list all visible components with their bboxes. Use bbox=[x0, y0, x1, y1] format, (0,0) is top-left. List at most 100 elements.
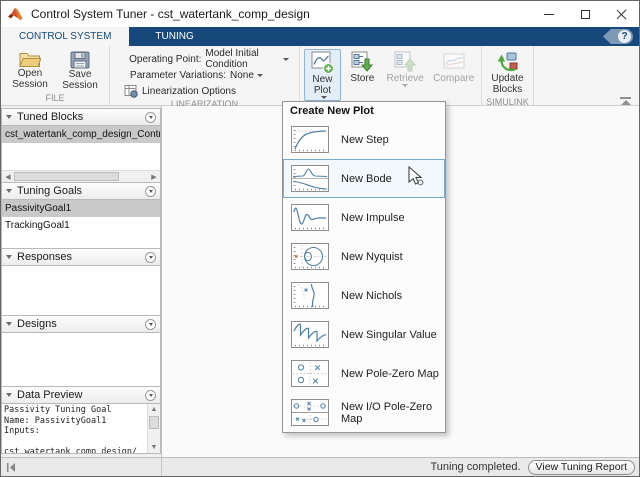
panel-menu-button[interactable] bbox=[145, 186, 156, 197]
section-linearization: Operating Point: Model Initial Condition… bbox=[110, 46, 300, 105]
save-session-button[interactable]: Save Session bbox=[55, 49, 105, 93]
list-item[interactable]: PassivityGoal1 bbox=[2, 200, 160, 217]
data-preview-panel: Passivity Tuning Goal Name: PassivityGoa… bbox=[1, 404, 161, 454]
chevron-down-icon bbox=[321, 96, 327, 99]
panel-menu-button[interactable] bbox=[145, 390, 156, 401]
menu-item-new-impulse[interactable]: New Impulse bbox=[283, 198, 445, 237]
list-item[interactable]: cst_watertank_comp_design_Controller bbox=[2, 126, 160, 143]
chevron-down-icon bbox=[283, 58, 289, 61]
operating-point-control[interactable]: Operating Point: Model Initial Condition bbox=[124, 51, 289, 67]
new-plot-button[interactable]: New Plot bbox=[304, 49, 341, 101]
horizontal-scrollbar[interactable]: ◀ ▶ bbox=[2, 170, 160, 182]
close-icon bbox=[616, 9, 627, 20]
compare-button[interactable]: Compare bbox=[430, 49, 477, 86]
dock-left-icon[interactable] bbox=[6, 463, 16, 472]
designs-list[interactable] bbox=[1, 333, 161, 387]
menu-item-new-nichols[interactable]: New Nichols bbox=[283, 276, 445, 315]
scroll-right-icon[interactable]: ▶ bbox=[148, 171, 160, 182]
parameter-variations-value: None bbox=[230, 70, 254, 81]
nyquist-plot-icon bbox=[291, 243, 329, 270]
section-file: Open Session Save Session FILE bbox=[1, 46, 110, 105]
menu-item-new-step[interactable]: New Step bbox=[283, 120, 445, 159]
ribbon-tabstrip: CONTROL SYSTEM TUNING ? bbox=[1, 27, 639, 46]
titlebar: Control System Tuner - cst_watertank_com… bbox=[1, 1, 639, 27]
chevron-down-icon bbox=[257, 74, 263, 77]
collapse-panel-icon bbox=[6, 115, 12, 119]
panel-menu-button[interactable] bbox=[145, 319, 156, 330]
collapse-panel-icon bbox=[6, 322, 12, 326]
linearization-options-button[interactable]: Linearization Options bbox=[124, 83, 289, 99]
list-item[interactable]: TrackingGoal1 bbox=[2, 217, 160, 234]
panel-header-designs[interactable]: Designs bbox=[1, 315, 161, 333]
minimize-button[interactable] bbox=[531, 1, 567, 27]
open-session-button[interactable]: Open Session bbox=[5, 49, 55, 92]
scrollbar-thumb[interactable] bbox=[149, 416, 159, 429]
panel-header-responses[interactable]: Responses bbox=[1, 248, 161, 266]
impulse-plot-icon bbox=[291, 204, 329, 231]
section-label-file: FILE bbox=[1, 93, 109, 105]
matlab-logo-icon bbox=[8, 7, 23, 21]
io-pole-zero-plot-icon bbox=[291, 399, 329, 426]
compare-icon bbox=[443, 51, 465, 73]
tuning-goals-list[interactable]: PassivityGoal1 TrackingGoal1 bbox=[1, 200, 161, 249]
scroll-down-icon[interactable]: ▼ bbox=[148, 442, 160, 453]
mouse-cursor bbox=[408, 166, 425, 186]
singular-value-plot-icon bbox=[291, 321, 329, 348]
maximize-button[interactable] bbox=[567, 1, 603, 27]
tab-control-system[interactable]: CONTROL SYSTEM bbox=[1, 27, 129, 46]
save-disk-icon bbox=[70, 51, 90, 69]
panel-title: Tuning Goals bbox=[17, 185, 82, 197]
bode-plot-icon bbox=[291, 165, 329, 192]
view-tuning-report-button[interactable]: View Tuning Report bbox=[528, 460, 635, 475]
open-session-label: Open Session bbox=[6, 68, 54, 90]
store-label: Store bbox=[350, 73, 374, 84]
store-button[interactable]: Store bbox=[345, 49, 380, 86]
new-plot-icon bbox=[311, 51, 334, 74]
panel-header-tuning-goals[interactable]: Tuning Goals bbox=[1, 182, 161, 200]
status-message: Tuning completed. bbox=[430, 461, 520, 473]
vertical-scrollbar[interactable]: ▲ ▼ bbox=[147, 404, 160, 453]
menu-item-new-pole-zero-map[interactable]: New Pole-Zero Map bbox=[283, 354, 445, 393]
tuned-blocks-list[interactable]: cst_watertank_comp_design_Controller ◀ ▶ bbox=[1, 126, 161, 183]
operating-point-value: Model Initial Condition bbox=[205, 48, 280, 70]
toolstrip: Open Session Save Session FILE bbox=[1, 46, 639, 106]
compare-label: Compare bbox=[433, 73, 474, 84]
scroll-left-icon[interactable]: ◀ bbox=[2, 171, 14, 182]
panel-menu-button[interactable] bbox=[145, 112, 156, 123]
panel-header-tuned-blocks[interactable]: Tuned Blocks bbox=[1, 108, 161, 126]
minimize-icon bbox=[544, 14, 554, 15]
panel-menu-button[interactable] bbox=[145, 252, 156, 263]
retrieve-icon bbox=[394, 51, 416, 73]
update-blocks-button[interactable]: Update Blocks bbox=[486, 49, 529, 97]
responses-list[interactable] bbox=[1, 266, 161, 316]
panel-title: Data Preview bbox=[17, 389, 82, 401]
control-system-tuner-window: Control System Tuner - cst_watertank_com… bbox=[0, 0, 640, 477]
open-folder-icon bbox=[19, 51, 41, 68]
panel-title: Tuned Blocks bbox=[17, 111, 83, 123]
scroll-up-icon[interactable]: ▲ bbox=[148, 404, 160, 415]
panel-title: Responses bbox=[17, 251, 72, 263]
operating-point-label: Operating Point: bbox=[124, 54, 201, 65]
menu-header: Create New Plot bbox=[283, 102, 445, 120]
section-plots: New Plot Store bbox=[300, 46, 482, 105]
scrollbar-thumb[interactable] bbox=[14, 172, 119, 181]
panel-header-data-preview[interactable]: Data Preview bbox=[1, 386, 161, 404]
tab-tuning[interactable]: TUNING bbox=[129, 27, 219, 46]
update-blocks-label: Update Blocks bbox=[487, 73, 528, 95]
retrieve-button[interactable]: Retrieve bbox=[384, 49, 427, 89]
sidebar: Tuned Blocks cst_watertank_comp_design_C… bbox=[1, 106, 162, 457]
panel-title: Designs bbox=[17, 318, 57, 330]
menu-item-new-io-pole-zero-map[interactable]: New I/O Pole-Zero Map bbox=[283, 393, 445, 432]
linearization-options-icon bbox=[124, 84, 138, 98]
collapse-toolstrip-icon bbox=[620, 97, 631, 99]
linearization-options-label: Linearization Options bbox=[142, 86, 236, 97]
section-simulink: Update Blocks SIMULINK bbox=[482, 46, 534, 105]
close-button[interactable] bbox=[603, 1, 639, 27]
help-button[interactable]: ? bbox=[603, 29, 633, 44]
maximize-icon bbox=[581, 10, 590, 19]
statusbar-left bbox=[1, 458, 162, 476]
menu-item-new-nyquist[interactable]: New Nyquist bbox=[283, 237, 445, 276]
collapse-toolstrip-button[interactable] bbox=[619, 97, 632, 105]
statusbar-right: Tuning completed. View Tuning Report bbox=[162, 460, 639, 475]
menu-item-new-singular-value[interactable]: New Singular Value bbox=[283, 315, 445, 354]
